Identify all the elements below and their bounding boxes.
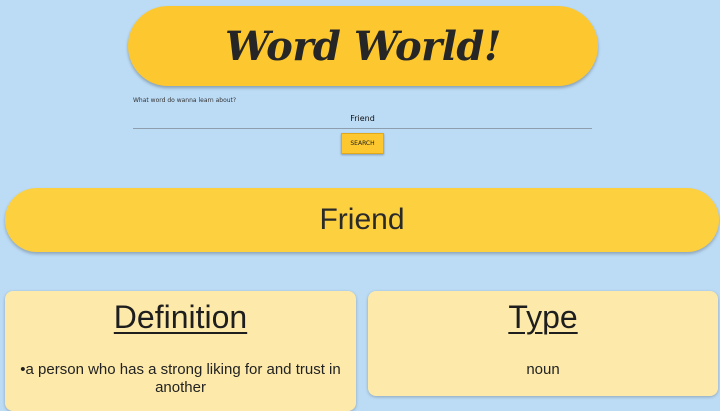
app-title-banner: Word World! [128,6,598,86]
type-text: noun [526,361,560,378]
definition-card: Definition •a person who has a strong li… [5,291,356,411]
search-input[interactable] [133,108,592,129]
search-prompt-label: What word do wanna learn about? [133,97,237,104]
definition-heading: Definition [113,299,248,335]
type-card: Type noun [368,291,718,396]
app-title: Word World! [225,22,501,70]
result-word-banner: Friend [5,188,719,252]
type-heading: Type [508,299,578,335]
definition-text: •a person who has a strong liking for an… [20,361,341,396]
result-word: Friend [319,203,405,236]
search-button[interactable]: SEARCH [341,133,384,154]
